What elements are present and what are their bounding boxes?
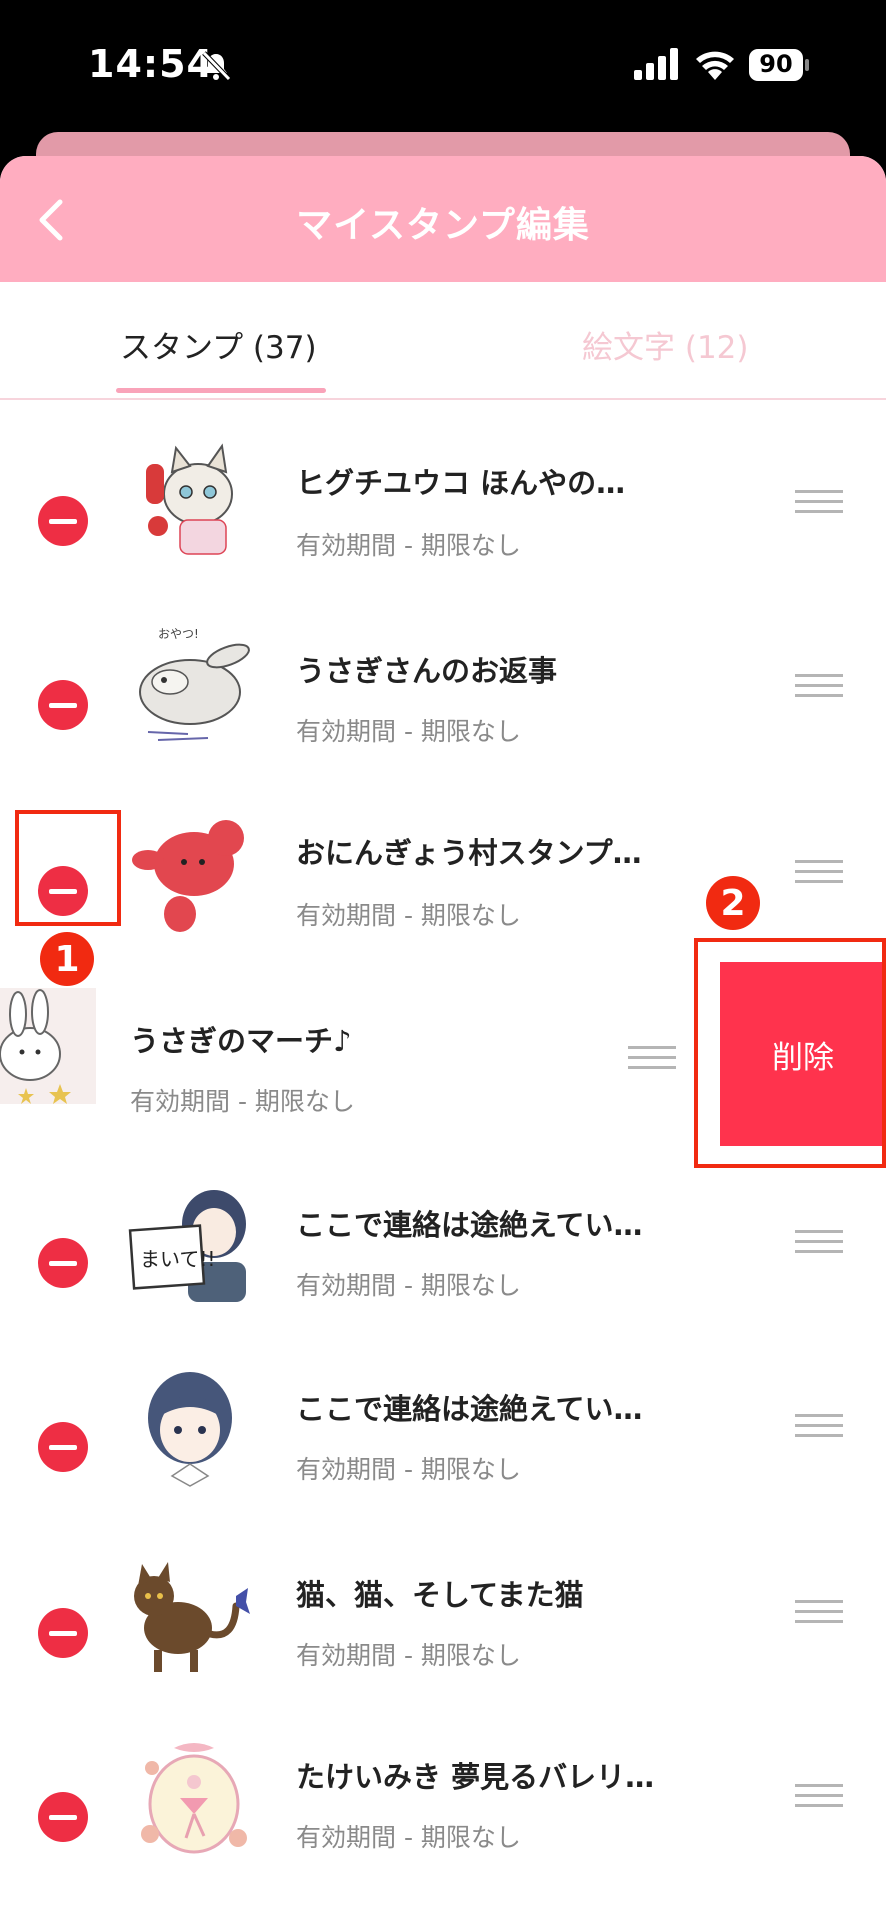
- wifi-icon: [696, 51, 734, 80]
- remove-icon[interactable]: [38, 496, 88, 546]
- sticker-validity: 有効期間 - 期限なし: [296, 1455, 521, 1484]
- remove-icon[interactable]: [38, 1608, 88, 1658]
- sticker-validity: 有効期間 - 期限なし: [296, 717, 521, 746]
- list-item[interactable]: ヒグチユウコ ほんやの… 有効期間 - 期限なし: [0, 408, 886, 592]
- annotation-box-1: [15, 810, 121, 926]
- ballerina-sticker-icon: [141, 1743, 247, 1854]
- drag-handle-icon[interactable]: [795, 490, 843, 513]
- bunny-stars-sticker-icon: [0, 988, 96, 1104]
- remove-icon[interactable]: [38, 1238, 88, 1288]
- list-item[interactable]: おやつ! うさぎさんのお返事 有効期間 - 期限なし: [0, 592, 886, 776]
- list-item[interactable]: ここで連絡は途絶えてい… 有効期間 - 期限なし: [0, 1330, 886, 1514]
- tab-bar: スタンプ (37) 絵文字 (12): [0, 282, 886, 400]
- sticker-name: うさぎさんのお返事: [296, 654, 558, 688]
- svg-text:まいて!!: まいて!!: [140, 1247, 215, 1271]
- cat-phone-sticker-icon: [146, 443, 233, 555]
- girl-face-sticker-icon: [148, 1372, 232, 1487]
- list-item[interactable]: たけいみき 夢見るバレリ… 有効期間 - 期限なし: [0, 1698, 886, 1882]
- battery-indicator: 90: [748, 48, 810, 82]
- drag-handle-icon[interactable]: [795, 860, 843, 883]
- cat-butterfly-sticker-icon: [134, 1562, 250, 1672]
- annotation-number-2: 2: [706, 876, 760, 930]
- status-bar: 14:54 90: [0, 0, 886, 130]
- sticker-name: うさぎのマーチ♪: [130, 1024, 352, 1058]
- rabbit-sticker-icon: おやつ!: [139, 627, 250, 741]
- status-time: 14:54: [88, 42, 214, 86]
- sticker-validity: 有効期間 - 期限なし: [130, 1087, 355, 1116]
- sticker-validity: 有効期間 - 期限なし: [296, 531, 521, 560]
- cellular-signal-icon: [634, 48, 678, 80]
- drag-handle-icon[interactable]: [628, 1046, 676, 1069]
- list-item[interactable]: まいて!! ここで連絡は途絶えてい… 有効期間 - 期限なし: [0, 1146, 886, 1330]
- sticker-name: たけいみき 夢見るバレリ…: [296, 1760, 655, 1794]
- battery-level: 90: [759, 50, 793, 78]
- remove-icon[interactable]: [38, 1422, 88, 1472]
- sticker-name: ヒグチユウコ ほんやの…: [296, 466, 626, 500]
- sticker-name: おにんぎょう村スタンプ…: [296, 836, 642, 870]
- sticker-validity: 有効期間 - 期限なし: [296, 1823, 521, 1852]
- red-doll-sticker-icon: [132, 820, 244, 932]
- girl-sign-sticker-icon: まいて!!: [128, 1190, 246, 1302]
- silent-bell-icon: [202, 51, 231, 81]
- list-item[interactable]: 猫、猫、そしてまた猫 有効期間 - 期限なし: [0, 1514, 886, 1698]
- sticker-validity: 有効期間 - 期限なし: [296, 1271, 521, 1300]
- page-title: マイスタンプ編集: [296, 205, 590, 246]
- list-item[interactable]: おにんぎょう村スタンプ… 有効期間 - 期限なし: [0, 776, 886, 960]
- drag-handle-icon[interactable]: [795, 674, 843, 697]
- sticker-validity: 有効期間 - 期限なし: [296, 901, 521, 930]
- sticker-name: ここで連絡は途絶えてい…: [296, 1392, 643, 1426]
- tab-emoji[interactable]: 絵文字 (12): [582, 322, 749, 367]
- drag-handle-icon[interactable]: [795, 1600, 843, 1623]
- annotation-box-2: [694, 938, 886, 1168]
- svg-text:おやつ!: おやつ!: [158, 627, 199, 641]
- drag-handle-icon[interactable]: [795, 1414, 843, 1437]
- active-tab-indicator: [116, 388, 326, 393]
- sticker-name: 猫、猫、そしてまた猫: [296, 1578, 584, 1612]
- remove-icon[interactable]: [38, 680, 88, 730]
- annotation-number-1: 1: [40, 932, 94, 986]
- drag-handle-icon[interactable]: [795, 1230, 843, 1253]
- header: マイスタンプ編集: [0, 156, 886, 282]
- remove-icon[interactable]: [38, 1792, 88, 1842]
- sticker-validity: 有効期間 - 期限なし: [296, 1641, 521, 1670]
- sticker-name: ここで連絡は途絶えてい…: [296, 1208, 643, 1242]
- tab-stamp[interactable]: スタンプ (37): [120, 322, 317, 367]
- drag-handle-icon[interactable]: [795, 1784, 843, 1807]
